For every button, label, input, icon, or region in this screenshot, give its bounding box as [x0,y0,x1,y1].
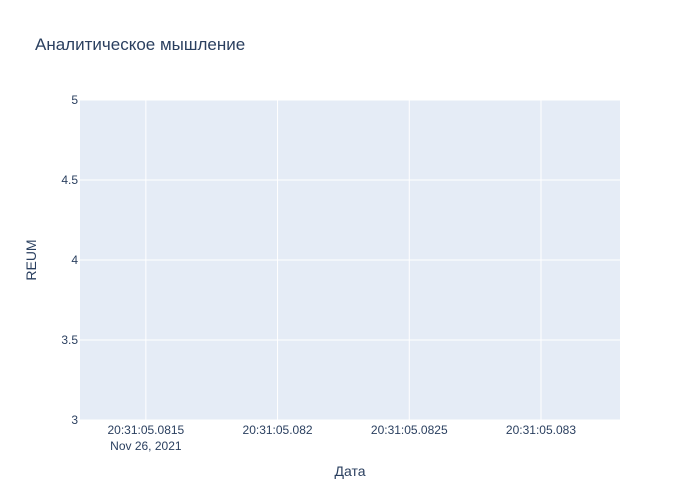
x-axis-title: Дата [334,463,365,479]
y-tick-label-1: 3.5 [61,333,78,347]
x-tick-label-2: 20:31:05.0825 [371,423,448,437]
x-tick-label-3: 20:31:05.083 [506,423,576,437]
y-axis-ticks: 3 3.5 4 4.5 5 [61,93,78,427]
x-tick-label-0: 20:31:05.0815 [107,423,184,437]
y-tick-label-3: 4.5 [61,173,78,187]
chart: Аналитическое мышление 20:31:05.0815 Nov … [23,35,620,479]
chart-title: Аналитическое мышление [35,35,245,54]
y-tick-label-0: 3 [71,413,78,427]
x-axis-ticks: 20:31:05.0815 Nov 26, 2021 20:31:05.082 20:… [107,423,576,453]
x-tick-label-1: 20:31:05.082 [243,423,313,437]
y-tick-label-2: 4 [71,253,78,267]
y-tick-label-4: 5 [71,93,78,107]
y-axis-title: REUM [23,239,39,280]
x-tick-sublabel-0: Nov 26, 2021 [110,439,182,453]
